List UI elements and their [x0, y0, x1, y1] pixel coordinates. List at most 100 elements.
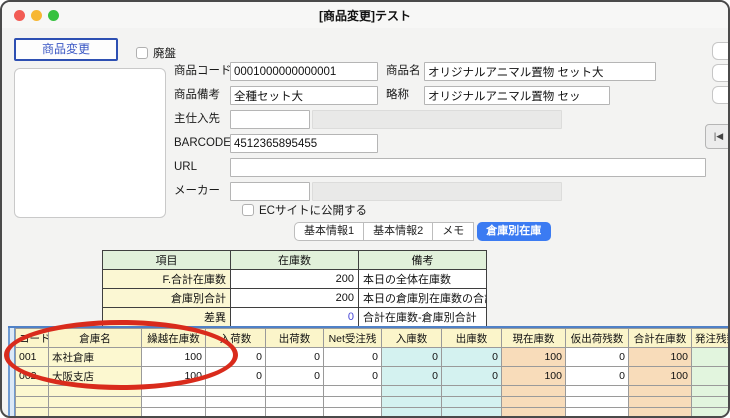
maker-name-display	[312, 182, 562, 201]
warehouse-cell[interactable]	[206, 386, 266, 397]
warehouse-cell[interactable]	[442, 397, 502, 408]
warehouse-cell[interactable]: 100	[142, 348, 206, 367]
warehouse-cell[interactable]: 大阪支店	[49, 367, 142, 386]
warehouse-cell[interactable]	[142, 397, 206, 408]
warehouse-cell[interactable]	[324, 386, 382, 397]
warehouse-cell[interactable]	[442, 408, 502, 418]
ec-publish-checkbox[interactable]	[242, 204, 254, 216]
warehouse-table-row[interactable]: 001本社倉庫100000001000100	[16, 348, 730, 367]
warehouse-table-row[interactable]: 002大阪支店100000001000100	[16, 367, 730, 386]
warehouse-cell[interactable]: 100	[502, 348, 566, 367]
warehouse-cell[interactable]: 0	[566, 367, 629, 386]
url-input[interactable]	[230, 158, 706, 177]
warehouse-cell[interactable]	[324, 397, 382, 408]
summary-row: F.合計在庫数200本日の全体在庫数	[103, 270, 487, 289]
stock-summary-table: 項目在庫数備考 F.合計在庫数200本日の全体在庫数倉庫別合計200本日の倉庫別…	[102, 250, 487, 327]
product-name-label: 商品名	[386, 62, 421, 81]
warehouse-cell[interactable]: 0	[566, 348, 629, 367]
warehouse-cell[interactable]	[566, 397, 629, 408]
warehouse-cell[interactable]: 0	[442, 367, 502, 386]
warehouse-cell[interactable]	[629, 408, 692, 418]
warehouse-cell[interactable]	[142, 408, 206, 418]
summary-column-header: 備考	[359, 251, 487, 270]
summary-cell: F.合計在庫数	[103, 270, 231, 289]
warehouse-table-row[interactable]	[16, 397, 730, 408]
tab-基本情報2[interactable]: 基本情報2	[364, 222, 433, 241]
warehouse-cell[interactable]	[692, 386, 730, 397]
summary-cell: 本日の全体在庫数	[359, 270, 487, 289]
warehouse-cell[interactable]: 0	[206, 348, 266, 367]
warehouse-cell[interactable]: 0	[442, 348, 502, 367]
product-name-input[interactable]	[424, 62, 656, 81]
warehouse-cell[interactable]	[629, 397, 692, 408]
tab-基本情報1[interactable]: 基本情報1	[294, 222, 364, 241]
warehouse-cell[interactable]: 001	[16, 348, 49, 367]
warehouse-cell[interactable]	[692, 367, 730, 386]
warehouse-cell[interactable]	[692, 397, 730, 408]
first-record-button[interactable]: |◀	[705, 124, 730, 149]
warehouse-cell[interactable]	[49, 408, 142, 418]
row-select-gutter[interactable]	[8, 328, 15, 418]
warehouse-cell[interactable]	[692, 348, 730, 367]
warehouse-cell[interactable]	[382, 397, 442, 408]
tab-倉庫別在庫[interactable]: 倉庫別在庫	[477, 222, 551, 241]
window-side-button-2[interactable]	[712, 64, 730, 82]
main-supplier-name-display	[312, 110, 562, 129]
discontinued-checkbox[interactable]	[136, 47, 148, 59]
warehouse-cell[interactable]	[629, 386, 692, 397]
main-supplier-input[interactable]	[230, 110, 310, 129]
warehouse-cell[interactable]	[49, 386, 142, 397]
warehouse-cell[interactable]: 0	[266, 348, 324, 367]
warehouse-column-header: 現在庫数	[502, 329, 566, 348]
warehouse-cell[interactable]	[442, 386, 502, 397]
warehouse-cell[interactable]	[142, 386, 206, 397]
warehouse-cell[interactable]	[382, 386, 442, 397]
warehouse-cell[interactable]: 本社倉庫	[49, 348, 142, 367]
warehouse-column-header: 入庫数	[382, 329, 442, 348]
short-name-input[interactable]	[424, 86, 610, 105]
mode-button-product-change[interactable]: 商品変更	[14, 38, 118, 61]
warehouse-column-header: 入荷数	[206, 329, 266, 348]
warehouse-cell[interactable]	[49, 397, 142, 408]
warehouse-cell[interactable]	[566, 386, 629, 397]
warehouse-cell[interactable]: 0	[324, 348, 382, 367]
warehouse-cell[interactable]	[206, 408, 266, 418]
warehouse-cell[interactable]	[502, 397, 566, 408]
warehouse-cell[interactable]	[206, 397, 266, 408]
warehouse-cell[interactable]	[692, 408, 730, 418]
warehouse-cell[interactable]: 0	[382, 348, 442, 367]
warehouse-cell[interactable]: 0	[324, 367, 382, 386]
product-code-input[interactable]	[230, 62, 378, 81]
warehouse-cell[interactable]: 100	[502, 367, 566, 386]
window-side-button-3[interactable]	[712, 86, 730, 104]
warehouse-cell[interactable]	[16, 408, 49, 418]
window-side-button-1[interactable]	[712, 42, 730, 60]
warehouse-cell[interactable]	[16, 397, 49, 408]
barcode-input[interactable]	[230, 134, 378, 153]
warehouse-cell[interactable]	[324, 408, 382, 418]
product-image-panel[interactable]	[14, 68, 166, 218]
warehouse-cell[interactable]	[266, 386, 324, 397]
warehouse-cell[interactable]: 0	[266, 367, 324, 386]
warehouse-cell[interactable]: 002	[16, 367, 49, 386]
warehouse-column-header: 倉庫名	[49, 329, 142, 348]
warehouse-cell[interactable]	[16, 386, 49, 397]
warehouse-cell[interactable]	[266, 408, 324, 418]
warehouse-cell[interactable]	[502, 386, 566, 397]
warehouse-table-row[interactable]	[16, 408, 730, 418]
warehouse-cell[interactable]	[382, 408, 442, 418]
warehouse-cell[interactable]	[266, 397, 324, 408]
tab-メモ[interactable]: メモ	[433, 222, 474, 241]
warehouse-cell[interactable]	[566, 408, 629, 418]
warehouse-column-header: 合計在庫数	[629, 329, 692, 348]
warehouse-cell[interactable]: 0	[382, 367, 442, 386]
warehouse-cell[interactable]: 100	[629, 348, 692, 367]
warehouse-column-header: 発注残数	[692, 329, 730, 348]
warehouse-cell[interactable]	[502, 408, 566, 418]
warehouse-cell[interactable]: 100	[629, 367, 692, 386]
warehouse-cell[interactable]: 0	[206, 367, 266, 386]
product-note-input[interactable]	[230, 86, 378, 105]
maker-input[interactable]	[230, 182, 310, 201]
warehouse-table-row[interactable]	[16, 386, 730, 397]
warehouse-cell[interactable]: 100	[142, 367, 206, 386]
